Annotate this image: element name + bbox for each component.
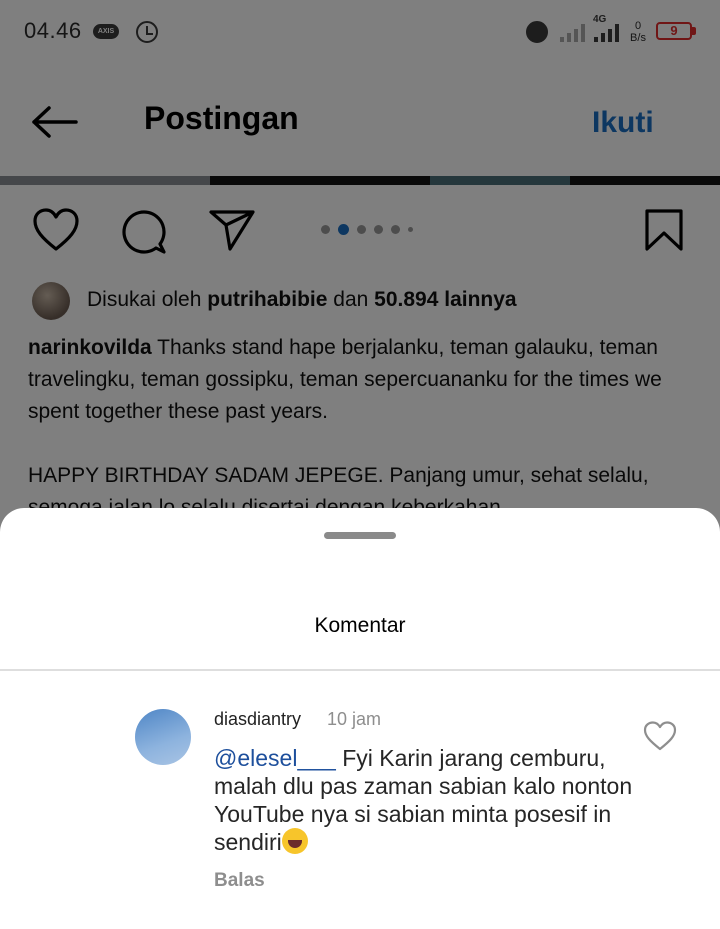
sheet-divider — [0, 669, 720, 671]
sheet-title: Komentar — [314, 614, 406, 637]
commenter-avatar[interactable] — [135, 709, 191, 765]
comment-username[interactable]: diasdiantry — [214, 709, 301, 730]
comment-like-heart-icon[interactable] — [643, 721, 677, 751]
reply-button[interactable]: Balas — [214, 870, 265, 892]
comment-mention[interactable]: @elesel___ — [214, 745, 336, 771]
sheet-drag-handle[interactable] — [324, 532, 396, 539]
tears-of-joy-emoji-icon — [281, 828, 308, 854]
comment-timestamp: 10 jam — [327, 709, 382, 729]
comment-body: @elesel___ Fyi Karin jarang cemburu, mal… — [214, 744, 634, 856]
